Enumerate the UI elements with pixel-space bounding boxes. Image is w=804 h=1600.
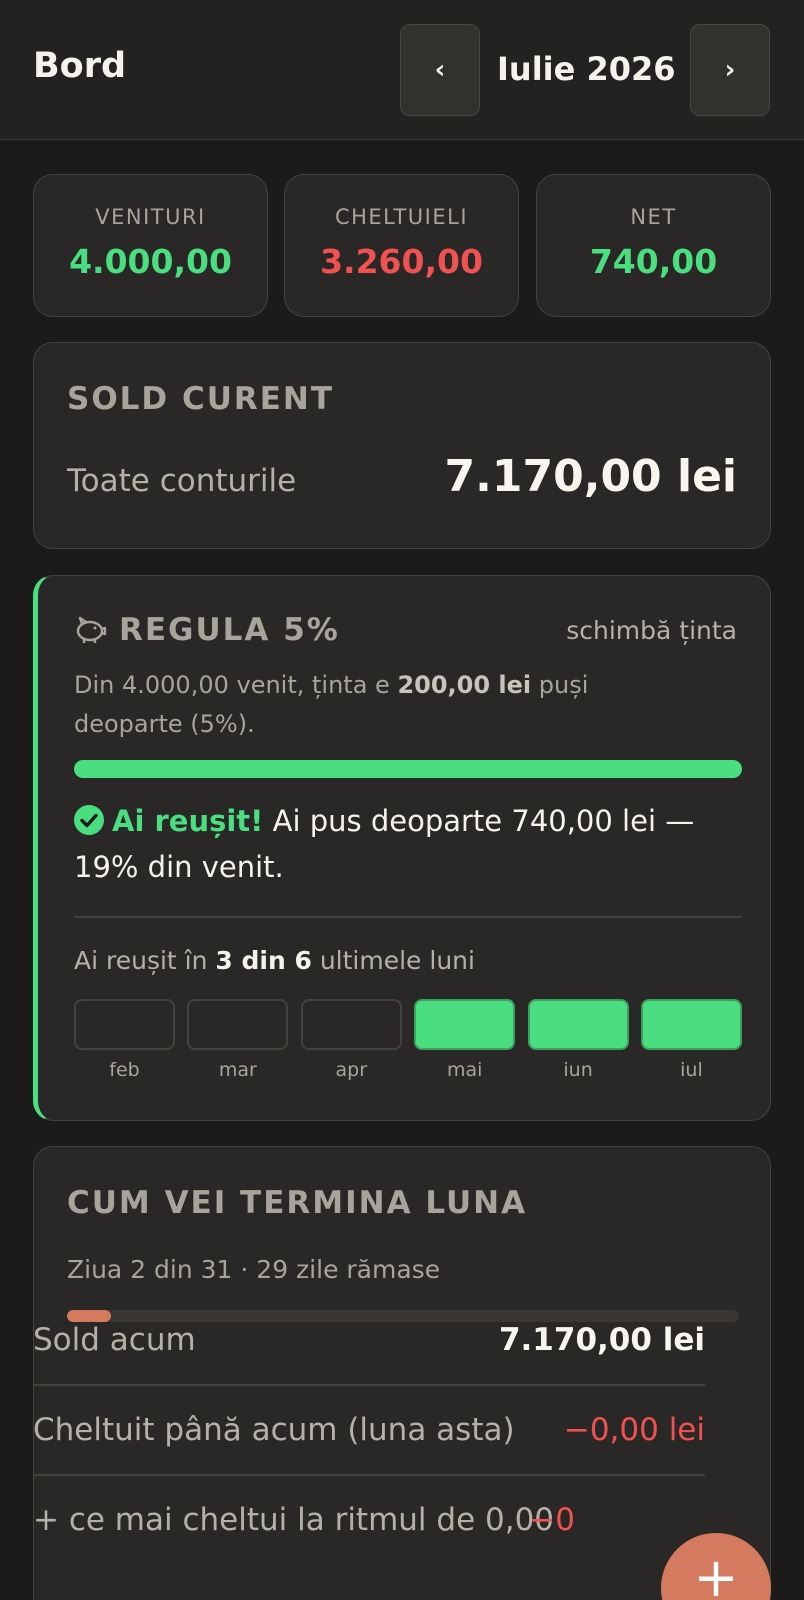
expenses-value: 3.260,00: [320, 242, 483, 281]
balance-accounts-label: Toate conturile: [67, 463, 297, 499]
forecast-row-spent: Cheltuit până acum (luna asta) −0,00 lei: [33, 1386, 705, 1476]
streak-count: 3 din 6: [215, 946, 312, 975]
month-name: mar: [218, 1059, 257, 1081]
app-header: Bord ‹ Iulie 2026 ›: [0, 0, 804, 140]
rule-desc-prefix: Din 4.000,00 venit, ținta e: [74, 671, 398, 699]
expenses-label: CHELTUIELI: [334, 205, 469, 229]
month-cell-iun: iun: [527, 999, 629, 1081]
streak-prefix: Ai reușit în: [74, 946, 216, 975]
page-title: Bord: [33, 46, 127, 86]
income-value: 4.000,00: [69, 242, 232, 281]
current-balance-card: SOLD CURENT Toate conturile 7.170,00 lei: [33, 342, 771, 549]
current-month-label: Iulie 2026: [497, 50, 676, 88]
savings-progress-bar: [74, 760, 742, 778]
rule-target-amount: 200,00 lei: [397, 671, 532, 699]
prev-month-button[interactable]: ‹: [400, 24, 480, 116]
forecast-row-balance: Sold acum 7.170,00 lei: [33, 1296, 705, 1386]
savings-rule-card: REGULA 5% schimbă ținta Din 4.000,00 ven…: [33, 575, 771, 1121]
check-circle-icon: [74, 805, 104, 835]
month-streak-grid: feb mar apr mai iun iul: [74, 999, 742, 1081]
month-status-box: [300, 999, 402, 1050]
rule-header: REGULA 5%: [73, 612, 340, 648]
month-status-box: [527, 999, 629, 1050]
change-target-link[interactable]: schimbă ținta: [566, 616, 737, 645]
forecast-row-label: Sold acum: [33, 1322, 196, 1358]
month-status-box: [187, 999, 289, 1050]
month-cell-iul: iul: [640, 999, 742, 1081]
month-name: feb: [109, 1059, 140, 1081]
income-stat-card: VENITURI 4.000,00: [33, 174, 268, 317]
streak-suffix: ultimele luni: [311, 946, 475, 975]
month-cell-mai: mai: [414, 999, 516, 1081]
month-status-box: [414, 999, 516, 1050]
month-cell-apr: apr: [300, 999, 402, 1081]
balance-title: SOLD CURENT: [67, 381, 335, 417]
success-message: Ai reușit! Ai pus deoparte 740,00 lei — …: [74, 798, 744, 890]
plus-icon: +: [693, 1546, 739, 1600]
forecast-row-label: Cheltuit până acum (luna asta): [33, 1412, 515, 1448]
month-status-box: [640, 999, 742, 1050]
month-name: apr: [335, 1059, 368, 1081]
rule-title: REGULA 5%: [119, 612, 340, 648]
forecast-row-value: 7.170,00 lei: [498, 1322, 705, 1358]
month-name: iun: [563, 1059, 593, 1081]
month-name: iul: [680, 1059, 703, 1081]
month-status-box: [74, 999, 175, 1050]
net-stat-card: NET 740,00: [536, 174, 771, 317]
month-name: mai: [446, 1059, 483, 1081]
net-label: NET: [630, 205, 677, 229]
forecast-row-value: −0,00 lei: [563, 1412, 705, 1448]
success-strong-text: Ai reușit!: [112, 804, 264, 838]
divider: [74, 916, 742, 918]
month-cell-feb: feb: [74, 999, 175, 1081]
net-value: 740,00: [589, 242, 718, 281]
month-cell-mar: mar: [187, 999, 289, 1081]
day-progress-label: Ziua 2 din 31 · 29 zile rămase: [67, 1255, 441, 1284]
streak-summary: Ai reușit în 3 din 6 ultimele luni: [74, 946, 475, 975]
income-label: VENITURI: [95, 205, 206, 229]
forecast-row-label: + ce mai cheltui la ritmul de 0,00: [33, 1502, 555, 1538]
piggy-bank-icon: [76, 616, 107, 643]
next-month-button[interactable]: ›: [690, 24, 770, 116]
balance-value: 7.170,00 lei: [444, 451, 737, 502]
forecast-title: CUM VEI TERMINA LUNA: [67, 1185, 528, 1221]
expenses-stat-card: CHELTUIELI 3.260,00: [284, 174, 519, 317]
forecast-row-projected: + ce mai cheltui la ritmul de 0,00 −0: [33, 1476, 705, 1566]
rule-description: Din 4.000,00 venit, ținta e 200,00 lei p…: [74, 666, 694, 744]
forecast-row-value: −0: [529, 1502, 575, 1538]
